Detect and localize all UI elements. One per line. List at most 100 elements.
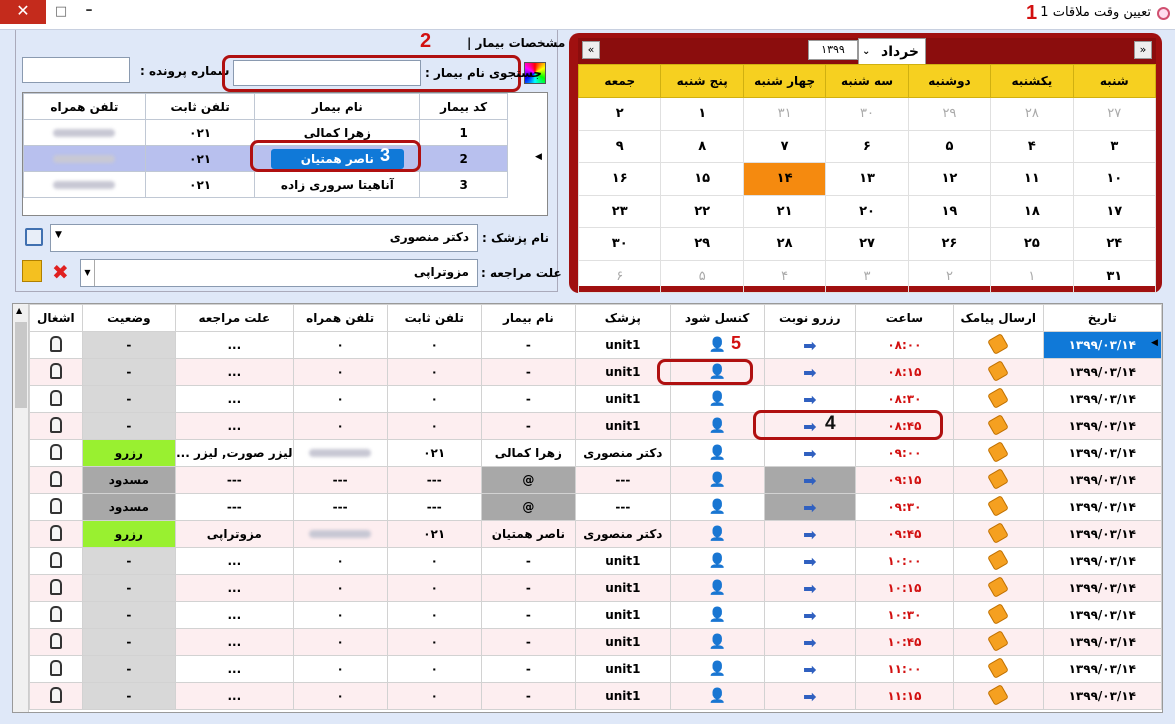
sms-icon[interactable] (987, 602, 1010, 625)
calendar-day[interactable]: ۱۶ (577, 162, 662, 196)
calendar-day[interactable]: ۳۰ (825, 97, 909, 131)
lock-icon[interactable] (49, 659, 62, 676)
next-month-button[interactable]: » (1134, 41, 1152, 59)
lock-icon[interactable] (49, 632, 62, 649)
calendar-day[interactable]: ۷ (742, 129, 827, 163)
col-phone[interactable]: تلفن ثابت (386, 304, 482, 332)
col-sms[interactable]: ارسال پیامک (952, 304, 1044, 332)
doctor-select[interactable]: ▼ دکتر منصوری (50, 224, 478, 252)
sms-icon[interactable] (987, 467, 1010, 490)
occupied-cell[interactable] (29, 493, 83, 521)
occupied-cell[interactable] (29, 466, 83, 494)
date-cell[interactable]: ۱۳۹۹/۰۳/۱۴ (1042, 493, 1162, 521)
reserve-cell[interactable]: ➡ (763, 358, 856, 386)
col-date[interactable]: تاریخ (1042, 304, 1162, 332)
sms-cell[interactable] (952, 439, 1044, 467)
date-cell[interactable]: ۱۳۹۹/۰۳/۱۴ (1042, 574, 1162, 602)
calendar-day[interactable]: ۲۱ (742, 194, 827, 228)
calendar-day[interactable]: ۱۲ (907, 162, 992, 196)
sms-cell[interactable] (952, 601, 1044, 629)
col-doctor[interactable]: پزشک (575, 304, 671, 332)
calendar-day[interactable]: ۳۱ (742, 97, 827, 131)
arrow-right-icon[interactable]: ➡ (803, 579, 816, 598)
arrow-right-icon[interactable]: ➡ (803, 363, 816, 382)
cancel-cell[interactable]: 👤 (669, 331, 765, 359)
arrow-right-icon[interactable]: ➡ (803, 525, 816, 544)
date-cell[interactable]: ۱۳۹۹/۰۳/۱۴ (1042, 601, 1162, 629)
occupied-cell[interactable] (29, 682, 83, 710)
cancel-cell[interactable]: 👤 (669, 493, 765, 521)
minimize-button[interactable]: – (80, 2, 98, 18)
arrow-right-icon[interactable]: ➡ (803, 687, 816, 706)
table-row[interactable]: ۱۳۹۹/۰۳/۱۴ ۰۹:۱۵ ➡ 👤 --- @ --- --- --- مسدود (29, 466, 1162, 494)
table-row[interactable]: 3 آناهیتا سروری زاده ۰۲۱ (23, 171, 508, 198)
sms-icon[interactable] (987, 575, 1010, 598)
calendar-day[interactable]: ۱۱ (990, 162, 1074, 196)
table-row[interactable]: ۱۳۹۹/۰۳/۱۴ ۱۰:۰۰ ➡ 👤 unit1-۰ ۰... - (29, 547, 1162, 575)
date-cell[interactable]: ۱۳۹۹/۰۳/۱۴ (1042, 385, 1162, 413)
arrow-right-icon[interactable]: ➡ (803, 660, 816, 679)
lock-icon[interactable] (49, 578, 62, 595)
date-cell[interactable]: ۱۳۹۹/۰۳/۱۴ (1042, 358, 1162, 386)
table-row[interactable]: ۱۳۹۹/۰۳/۱۴ ۰۹:۳۰ ➡ 👤 --- @ --- --- --- مسدود (29, 493, 1162, 521)
calendar-day[interactable]: ۵ (907, 129, 992, 163)
date-cell[interactable]: ۱۳۹۹/۰۳/۱۴ (1042, 439, 1162, 467)
sms-icon[interactable] (987, 413, 1010, 436)
reserve-cell[interactable]: ➡ (763, 385, 856, 413)
table-row[interactable]: ۱۳۹۹/۰۳/۱۴ ۰۹:۰۰ ➡ 👤 دکتر منصوری زهرا کمالی ۰۲… (29, 439, 1162, 467)
reserve-cell[interactable]: ➡ (763, 439, 856, 467)
occupied-cell[interactable] (29, 439, 83, 467)
file-number-field[interactable] (22, 57, 130, 83)
col-name[interactable]: نام بیمار (254, 93, 421, 120)
user-cancel-icon[interactable]: 👤 (708, 391, 725, 407)
occupied-cell[interactable] (29, 628, 83, 656)
sms-icon[interactable] (987, 494, 1010, 517)
maximize-button[interactable]: □ (52, 4, 70, 20)
reserve-cell[interactable]: ➡ (763, 331, 856, 359)
user-cancel-icon[interactable]: 👤 (708, 472, 725, 488)
date-cell[interactable]: ۱۳۹۹/۰۳/۱۴ (1042, 466, 1162, 494)
reserve-cell[interactable]: ➡ (763, 466, 856, 494)
arrow-right-icon[interactable]: ➡ (803, 390, 816, 409)
sms-icon[interactable] (987, 440, 1010, 463)
occupied-cell[interactable] (29, 574, 83, 602)
reserve-cell[interactable]: ➡ (763, 547, 856, 575)
calendar-day[interactable]: ۲۵ (990, 227, 1074, 261)
arrow-right-icon[interactable]: ➡ (803, 633, 816, 652)
user-cancel-icon[interactable]: 👤 (708, 445, 725, 461)
table-row[interactable]: ۱۳۹۹/۰۳/۱۴ ۱۱:۱۵ ➡ 👤 unit1-۰ ۰... - (29, 682, 1162, 710)
calendar-day[interactable]: ۲۹ (907, 97, 992, 131)
date-cell[interactable]: ۱۳۹۹/۰۳/۱۴ (1042, 331, 1162, 359)
lock-icon[interactable] (49, 470, 62, 487)
user-cancel-icon[interactable]: 👤 (708, 553, 725, 569)
cancel-cell[interactable]: 👤 (669, 412, 765, 440)
user-cancel-icon[interactable]: 👤 (708, 580, 725, 596)
table-row[interactable]: ۱۳۹۹/۰۳/۱۴ ۰۸:۱۵ ➡ 👤 unit1-۰ ۰... - (29, 358, 1162, 386)
reserve-cell[interactable]: ➡ (763, 574, 856, 602)
arrow-right-icon[interactable]: ➡ (803, 606, 816, 625)
user-cancel-icon[interactable]: 👤 (708, 607, 725, 623)
sms-icon[interactable] (987, 548, 1010, 571)
calendar-day[interactable]: ۱۰ (1072, 162, 1157, 196)
calendar-day[interactable]: ۱۵ (660, 162, 744, 196)
reserve-cell[interactable]: ➡ (763, 520, 856, 548)
user-cancel-icon[interactable]: 👤 (708, 499, 725, 515)
date-cell[interactable]: ۱۳۹۹/۰۳/۱۴ (1042, 520, 1162, 548)
cancel-cell[interactable]: 👤 (669, 520, 765, 548)
user-cancel-icon[interactable]: 👤 (708, 661, 725, 677)
new-document-icon[interactable] (22, 260, 42, 282)
col-occupied[interactable]: اشغال (29, 304, 83, 332)
calendar-day[interactable]: ۴ (742, 259, 827, 293)
lock-icon[interactable] (49, 605, 62, 622)
calendar-day[interactable]: ۱ (660, 97, 744, 131)
cancel-cell[interactable]: 👤 (669, 439, 765, 467)
calendar-day[interactable]: ۲۲ (660, 194, 744, 228)
calendar-day[interactable]: ۳۱ (1072, 259, 1157, 293)
sms-cell[interactable] (952, 493, 1044, 521)
user-cancel-icon[interactable]: 👤 (708, 526, 725, 542)
occupied-cell[interactable] (29, 358, 83, 386)
lock-icon[interactable] (49, 551, 62, 568)
lock-icon[interactable] (49, 335, 62, 352)
calendar-day[interactable]: ۶ (577, 259, 662, 293)
date-cell[interactable]: ۱۳۹۹/۰۳/۱۴ (1042, 412, 1162, 440)
